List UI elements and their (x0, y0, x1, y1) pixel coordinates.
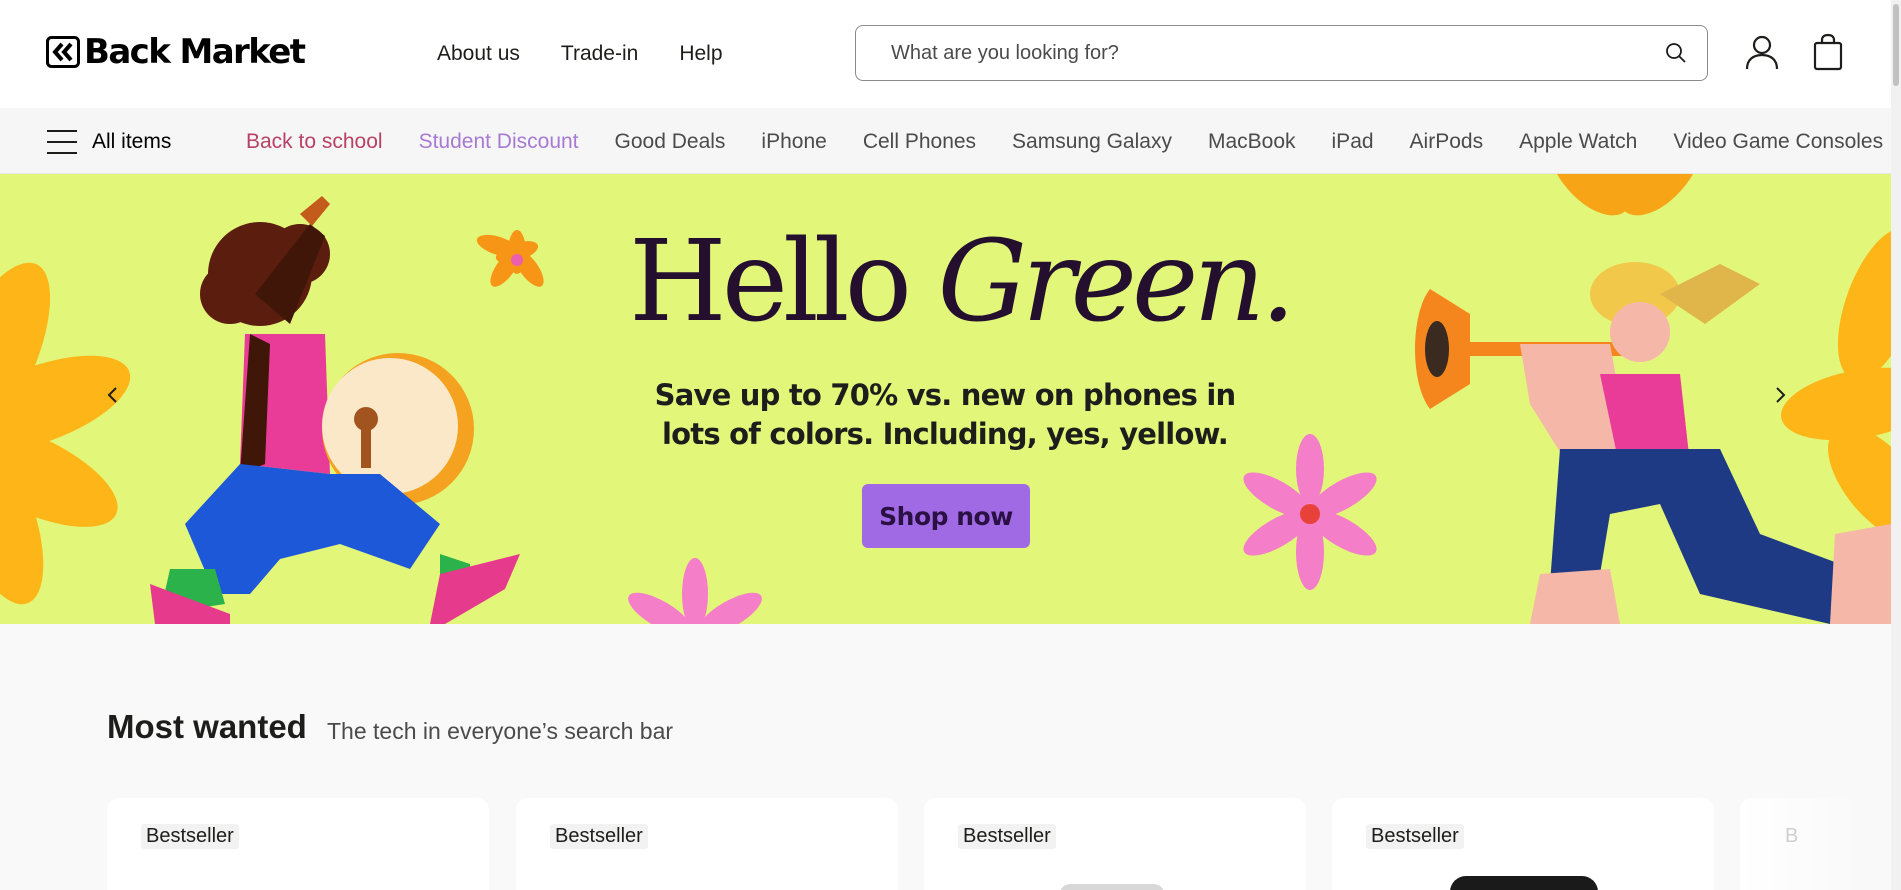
bestseller-badge: Bestseller (1366, 824, 1464, 849)
product-card[interactable]: Bestseller (924, 798, 1306, 890)
bestseller-badge: Bestseller (141, 824, 239, 849)
most-wanted-title: Most wanted (107, 708, 307, 745)
category-cell-phones[interactable]: Cell Phones (863, 130, 976, 154)
back-market-logo[interactable]: Back Market (46, 32, 306, 72)
bestseller-badge: Bestseller (550, 824, 648, 849)
carousel-next-arrow-icon[interactable] (1771, 384, 1789, 406)
search-input[interactable] (856, 26, 1665, 80)
category-macbook[interactable]: MacBook (1208, 130, 1296, 154)
category-ipad[interactable]: iPad (1332, 130, 1374, 154)
product-image-peek (1060, 884, 1164, 890)
user-account-icon[interactable] (1744, 34, 1780, 70)
bestseller-badge: B (1785, 825, 1799, 847)
carousel-prev-arrow-icon[interactable] (104, 384, 122, 406)
logo-text: Back Market (84, 32, 306, 72)
most-wanted-subtitle: The tech in everyone’s search bar (327, 718, 674, 744)
category-student-discount[interactable]: Student Discount (419, 130, 579, 154)
all-items-label: All items (92, 130, 172, 153)
hero-subtitle: Save up to 70% vs. new on phones in lots… (654, 378, 1237, 451)
hero-title-regular: Hello (629, 217, 912, 347)
yellow-flower-right (1780, 227, 1891, 542)
shopping-bag-icon[interactable] (1812, 33, 1844, 71)
product-card[interactable]: Bestseller (516, 798, 898, 890)
yellow-flower-left (0, 262, 131, 605)
category-airpods[interactable]: AirPods (1410, 130, 1484, 154)
site-header: Back Market About us Trade-in Help (0, 0, 1901, 108)
category-apple-watch[interactable]: Apple Watch (1519, 130, 1637, 154)
category-iphone[interactable]: iPhone (761, 130, 826, 154)
product-card-partial[interactable]: B (1740, 798, 1860, 890)
shop-now-button[interactable]: Shop now (862, 484, 1030, 548)
trumpet-player-illustration (1415, 262, 1891, 624)
category-good-deals[interactable]: Good Deals (615, 130, 726, 154)
search-icon[interactable] (1665, 42, 1687, 64)
drummer-illustration (150, 196, 520, 624)
scrollbar-thumb[interactable] (1893, 4, 1899, 86)
hamburger-menu-icon (47, 130, 77, 154)
nav-help[interactable]: Help (679, 42, 722, 66)
logo-mark-icon (46, 36, 80, 68)
nav-trade-in[interactable]: Trade-in (561, 42, 638, 66)
hero-title-italic: Green. (937, 217, 1296, 347)
all-items-menu[interactable]: All items (46, 128, 171, 156)
nav-about-us[interactable]: About us (437, 42, 520, 66)
orange-flower-top (1547, 174, 1703, 216)
category-links: Back to school Student Discount Good Dea… (246, 130, 1901, 154)
pink-flower-bottom (628, 558, 762, 624)
product-card[interactable]: Bestseller (107, 798, 489, 890)
bestseller-badge: Bestseller (958, 824, 1056, 849)
hero-banner[interactable]: Hello Green. Save up to 70% vs. new on p… (0, 174, 1891, 624)
top-nav: About us Trade-in Help (437, 42, 723, 66)
pink-flower-right (1243, 434, 1377, 590)
page-scrollbar[interactable] (1891, 0, 1901, 890)
category-samsung-galaxy[interactable]: Samsung Galaxy (1012, 130, 1172, 154)
small-orange-flower (476, 230, 544, 287)
hero-title: Hello Green. (620, 226, 1300, 338)
search-bar (855, 25, 1708, 81)
category-video-game-consoles[interactable]: Video Game Consoles (1673, 130, 1883, 154)
category-bar: All items Back to school Student Discoun… (0, 108, 1901, 174)
product-image-peek (1450, 876, 1598, 890)
category-back-to-school[interactable]: Back to school (246, 130, 383, 154)
